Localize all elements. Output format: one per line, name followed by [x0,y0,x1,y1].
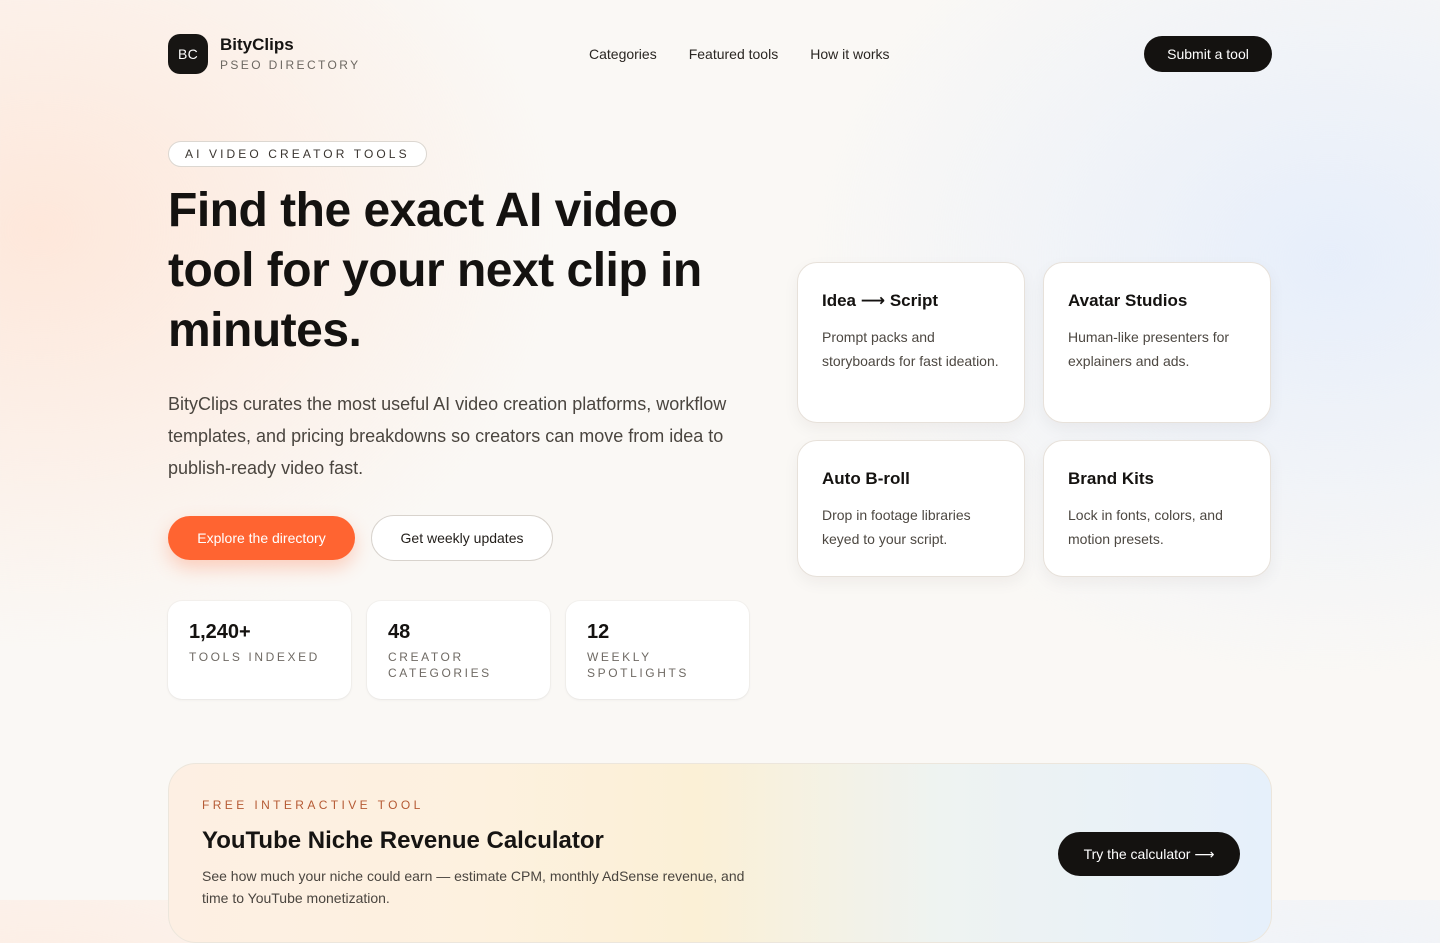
stat-value: 1,240+ [189,621,251,643]
logo-mark: BC [168,34,208,74]
calculator-banner: FREE INTERACTIVE TOOL YouTube Niche Reve… [168,763,1272,943]
stat-card-categories: 48 CREATOR CATEGORIES [367,601,550,699]
feature-description: Human-like presenters for explainers and… [1068,329,1230,369]
stat-card-spotlights: 12 WEEKLY SPOTLIGHTS [566,601,749,699]
feature-description: Drop in footage libraries keyed to your … [822,507,971,547]
stat-value: 48 [388,621,411,643]
brand-tagline: PSEO DIRECTORY [220,58,361,72]
hero-eyebrow-tag: AI VIDEO CREATOR TOOLS [168,141,427,167]
feature-card-auto-b-roll[interactable]: Auto B-roll Drop in footage libraries ke… [797,440,1025,577]
hero-description: BityClips curates the most useful AI vid… [168,394,727,478]
feature-title: Idea ⟶ Script [822,291,939,310]
hero-headline: Find the exact AI video tool for your ne… [168,184,702,357]
try-calculator-button[interactable]: Try the calculator ⟶ [1058,832,1240,876]
nav-link-how-it-works[interactable]: How it works [810,44,889,64]
calculator-description: See how much your niche could earn — est… [202,868,745,906]
feature-card-avatar-studios[interactable]: Avatar Studios Human-like presenters for… [1043,262,1271,423]
explore-directory-button[interactable]: Explore the directory [168,516,355,560]
brand-name: BityClips [220,35,294,54]
nav-link-categories[interactable]: Categories [589,44,657,64]
feature-title: Brand Kits [1068,469,1154,488]
stat-label: TOOLS INDEXED [189,650,320,664]
feature-description: Lock in fonts, colors, and motion preset… [1068,507,1223,547]
weekly-updates-button[interactable]: Get weekly updates [371,515,553,561]
submit-tool-button[interactable]: Submit a tool [1144,36,1272,72]
feature-card-brand-kits[interactable]: Brand Kits Lock in fonts, colors, and mo… [1043,440,1271,577]
stat-value: 12 [587,621,610,643]
stat-card-tools: 1,240+ TOOLS INDEXED [168,601,351,699]
calculator-kicker: FREE INTERACTIVE TOOL [202,798,424,812]
stat-label: WEEKLY SPOTLIGHTS [587,650,690,680]
feature-card-idea-script[interactable]: Idea ⟶ Script Prompt packs and storyboar… [797,262,1025,423]
stat-label: CREATOR CATEGORIES [388,650,492,680]
main-nav: Categories Featured tools How it works [589,44,890,64]
feature-title: Auto B-roll [822,469,910,488]
nav-link-featured-tools[interactable]: Featured tools [689,44,779,64]
stats-row: 1,240+ TOOLS INDEXED 48 CREATOR CATEGORI… [168,601,749,699]
calculator-title: YouTube Niche Revenue Calculator [202,827,604,854]
feature-description: Prompt packs and storyboards for fast id… [822,329,999,369]
brand-logo[interactable]: BC BityClips PSEO DIRECTORY [168,34,361,74]
feature-title: Avatar Studios [1068,291,1188,310]
